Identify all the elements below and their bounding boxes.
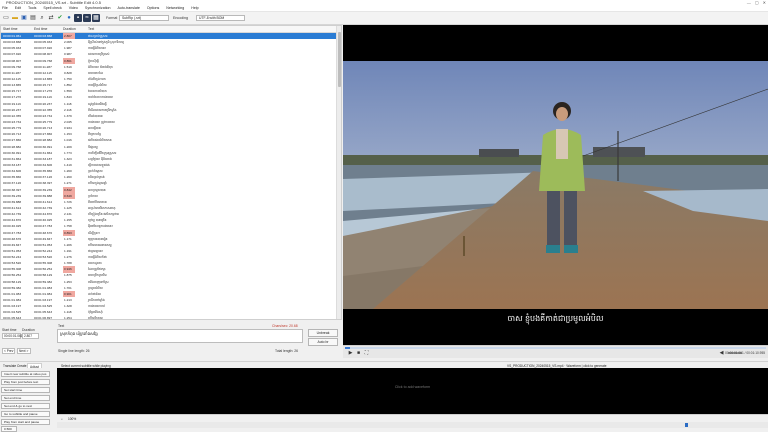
bottom-tabs: Translate Create Adjust Select current s… (0, 361, 768, 369)
waveform-scrollbar[interactable] (57, 422, 768, 428)
format-label: Format (106, 16, 118, 20)
grid-header: Start time End time Duration Text (1, 26, 337, 33)
duration-label: Duration (22, 328, 35, 332)
grid-rows: 00:00:01.061 00:00:03.868 2.807 ជាសម្រាប់គ្… (1, 33, 337, 319)
menu-file[interactable]: File (2, 6, 8, 10)
menu-tools[interactable]: Tools (28, 6, 36, 10)
grid-scrollbar-thumb[interactable] (338, 32, 341, 87)
adjust-panel: Insert new subtitle at video pos Play fr… (0, 368, 56, 432)
header-duration[interactable]: Duration (63, 26, 76, 33)
menu-edit[interactable]: Edit (15, 6, 21, 10)
new-file-icon[interactable]: ▭ (2, 14, 10, 22)
spell-check-icon[interactable]: ✔ (56, 14, 64, 22)
video-progress-bar[interactable] (345, 347, 766, 349)
single-line-length-label: Single line length: 26 (58, 349, 90, 353)
insert-new-subtitle-button[interactable]: Insert new subtitle at video pos (1, 371, 50, 377)
go-to-subtitle-pause-button[interactable]: Go to subtitle and pause (1, 411, 50, 417)
video-player[interactable]: ចាស ខ្ញុំបងគឺកាត់ជាប្រមូលអំបិល (343, 25, 768, 345)
menu-networking[interactable]: Networking (166, 6, 184, 10)
save-as-icon[interactable]: ▤ (29, 14, 37, 22)
header-text[interactable]: Text (88, 26, 94, 33)
waveform-toolbar: ⌕ 100% (57, 414, 768, 422)
header-end-time[interactable]: End time (34, 26, 47, 33)
text-label: Text (58, 324, 65, 328)
menu-spell-check[interactable]: Spell check (43, 6, 61, 10)
menu-help[interactable]: Help (191, 6, 198, 10)
video-frame (343, 61, 768, 309)
subtitle-edit-window: PRODUCTION_20240515_VS.srt - Subtitle Ed… (0, 0, 768, 432)
auto-break-button[interactable]: Auto br (308, 338, 338, 346)
play-from-start-pause-button[interactable]: Play from start and pause (1, 419, 50, 425)
chars-per-sec-label: Chars/sec: 20.68 (272, 324, 298, 328)
edit-panel: Start time Duration 00:00:01.061 2.807 T… (0, 320, 342, 360)
waveform-toggle-icon[interactable]: ≈ (83, 14, 91, 22)
grid-scrollbar[interactable] (336, 26, 341, 319)
subtitle-grid: Start time End time Duration Text 00:00:… (0, 25, 342, 320)
set-start-time-button[interactable]: Set start time (1, 387, 50, 393)
menu-video[interactable]: Video (69, 6, 78, 10)
duration-input[interactable]: 2.807 (22, 333, 39, 339)
open-folder-icon[interactable]: ▬ (11, 14, 19, 22)
encoding-select[interactable]: UTF-8 with BOM (196, 15, 245, 21)
video-controls: ▶ ■ ⛶ ◀ 00:00:01.061 / 00:01:10.955 (343, 345, 768, 358)
seek-seconds-input[interactable]: 0.500 (1, 426, 17, 432)
prev-button[interactable]: < Prev (2, 348, 15, 354)
video-progress-fill (345, 347, 351, 349)
waveform-position-knob[interactable] (685, 423, 688, 427)
source-view-icon[interactable]: ▦ (92, 14, 100, 22)
total-length-label: Total length: 26 (275, 349, 298, 353)
video-subtitle-caption: ចាស ខ្ញុំបងគឺកាត់ជាប្រមូលអំបិល (507, 314, 604, 323)
video-frame-image (343, 61, 768, 309)
subtitle-text-input[interactable]: ស្រុកកំពុង ឃុំត្រពាំងសង្កែ (57, 329, 303, 343)
encoding-label: Encoding (173, 16, 188, 20)
replace-icon[interactable]: ⇄ (47, 14, 55, 22)
play-icon[interactable]: ▶ (347, 350, 354, 357)
video-toggle-icon[interactable]: ▪ (74, 14, 82, 22)
set-end-go-next-button[interactable]: Set end & go to next (1, 403, 50, 409)
menu-bar: File Edit Tools Spell check Video Synchr… (0, 5, 768, 12)
find-icon[interactable]: ⌕ (38, 14, 46, 22)
menu-synchronization[interactable]: Synchronization (85, 6, 111, 10)
video-timecode: 00:00:01.061 / 00:01:10.955 (725, 351, 765, 355)
next-button[interactable]: Next > (17, 348, 31, 354)
menu-auto-translate[interactable]: Auto-translate (118, 6, 140, 10)
fullscreen-icon[interactable]: ⛶ (363, 350, 370, 357)
unbreak-button[interactable]: Unbreak (308, 329, 338, 337)
help-icon[interactable]: ● (65, 14, 73, 22)
toolbar: ▭ ▬ ▣ ▤ ⌕ ⇄ ✔ ● ▪ ≈ ▦ Format SubRip (.sr… (0, 12, 768, 25)
header-start-time[interactable]: Start time (3, 26, 18, 33)
play-before-text-button[interactable]: Play from just before text (1, 379, 50, 385)
set-end-time-button[interactable]: Set end time (1, 395, 50, 401)
waveform-message: Click to add waveform (394, 385, 431, 389)
menu-options[interactable]: Options (147, 6, 159, 10)
start-time-input[interactable]: 00:00:01.061 (2, 333, 23, 339)
start-time-label: Start time (2, 328, 17, 332)
stop-icon[interactable]: ■ (355, 350, 362, 357)
volume-icon[interactable]: ◀ (718, 350, 725, 357)
format-select[interactable]: SubRip (.srt) (119, 15, 169, 21)
waveform-area[interactable]: Click to add waveform (57, 368, 768, 414)
save-icon[interactable]: ▣ (20, 14, 28, 22)
